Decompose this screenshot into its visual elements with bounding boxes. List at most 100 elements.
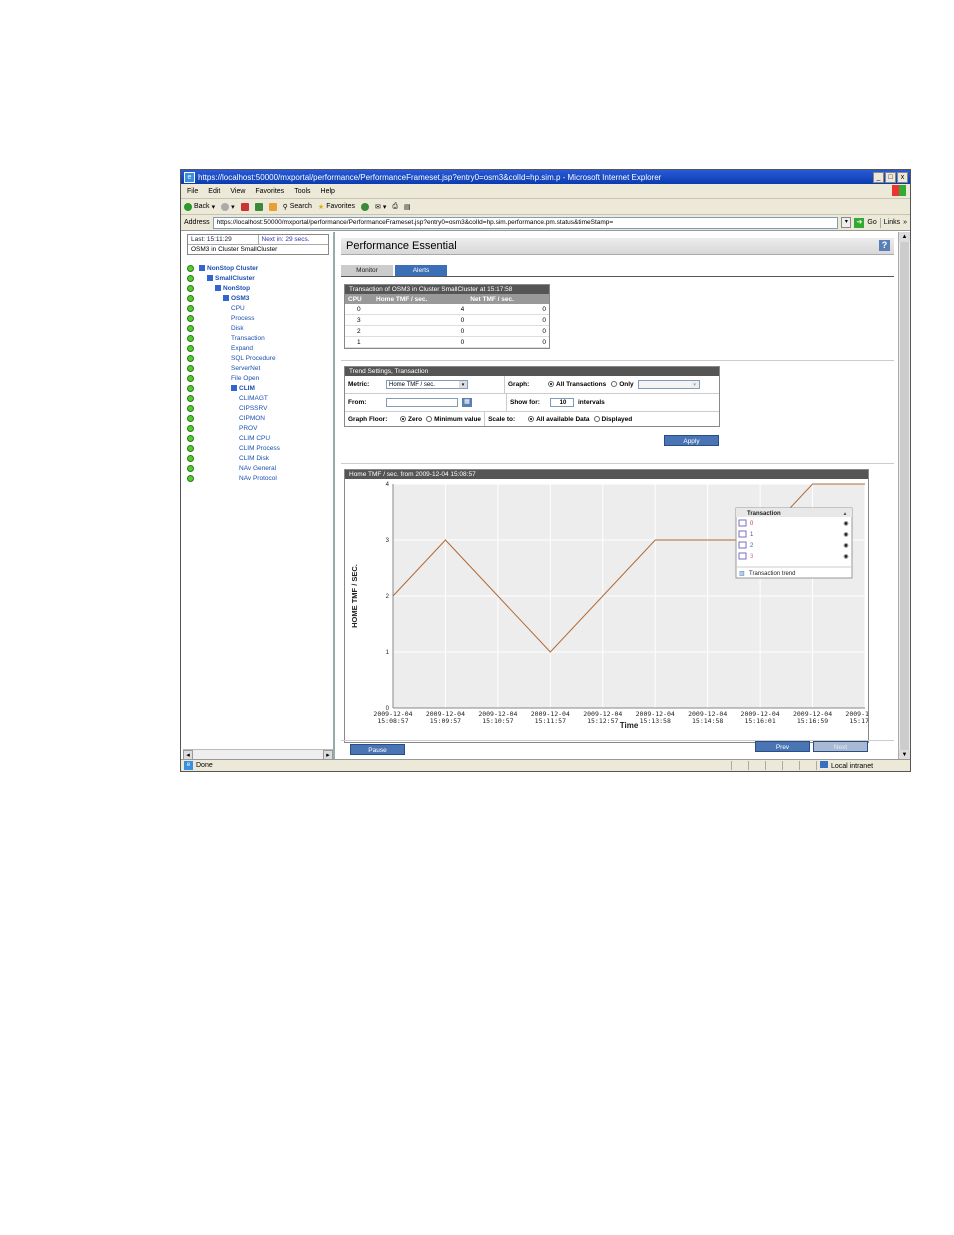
edit-button[interactable]: ▤ — [404, 203, 411, 211]
only-radio[interactable]: Only — [611, 381, 634, 388]
tree-item[interactable]: NAv General — [183, 463, 333, 473]
tree-item[interactable]: Transaction — [183, 333, 333, 343]
maximize-button[interactable]: □ — [885, 171, 896, 183]
tab-alerts[interactable]: Alerts — [395, 265, 447, 276]
next-button[interactable]: Next — [813, 741, 868, 752]
status-ok-icon — [187, 404, 194, 412]
only-select[interactable]: ▾ — [637, 380, 700, 389]
go-button[interactable]: Go — [867, 219, 876, 226]
tree-item[interactable]: SmallCluster — [183, 273, 333, 283]
star-icon: ★ — [317, 203, 325, 211]
menu-file[interactable]: File — [187, 188, 198, 195]
tree-item[interactable]: Expand — [183, 343, 333, 353]
tree-item[interactable]: Disk — [183, 323, 333, 333]
radio-icon — [593, 415, 600, 422]
mail-button[interactable]: ✉ ▾ — [375, 203, 386, 211]
zero-radio[interactable]: Zero — [400, 416, 422, 423]
x-tick-label: 15:14:58 — [692, 717, 723, 725]
tree-item-label: ServerNet — [231, 364, 261, 372]
collapse-icon[interactable] — [199, 265, 205, 271]
show-for-input[interactable]: 10 — [550, 398, 574, 407]
tree-item-label: SmallCluster — [215, 274, 255, 282]
menu-tools[interactable]: Tools — [294, 188, 310, 195]
tree-item-label: CPU — [231, 304, 245, 312]
edit-icon: ▤ — [404, 203, 411, 211]
forward-button[interactable]: ▾ — [221, 202, 235, 211]
search-button[interactable]: ⚲ Search — [283, 203, 312, 211]
menu-edit[interactable]: Edit — [208, 188, 220, 195]
scroll-up-icon[interactable]: ▲ — [899, 232, 910, 242]
tree-item[interactable]: CLIM Disk — [183, 453, 333, 463]
address-dropdown-icon[interactable]: ▾ — [841, 217, 852, 228]
tree-item[interactable]: CPU — [183, 303, 333, 313]
close-button[interactable]: x — [897, 171, 908, 183]
tree-item[interactable]: CLIM CPU — [183, 433, 333, 443]
metric-select[interactable]: Home TMF / sec. ▾ — [386, 380, 468, 389]
ie-icon: e — [184, 171, 195, 183]
tree-item[interactable]: CLIM Process — [183, 443, 333, 453]
tree-item[interactable]: CIPMON — [183, 413, 333, 423]
vertical-scrollbar[interactable]: ▲ ▼ — [898, 232, 910, 760]
tab-monitor[interactable]: Monitor — [341, 265, 393, 276]
address-input[interactable]: https://localhost:50000/mxportal/perform… — [212, 216, 839, 229]
calendar-icon[interactable]: ▦ — [462, 398, 472, 407]
collapse-icon[interactable] — [207, 275, 213, 281]
home-button[interactable] — [268, 202, 277, 211]
toolbar: Back ▾ ▾ ⚲ Search ★ Favorites ✉ ▾ ⎙ ▤ — [181, 199, 910, 215]
page-title-bar: Performance Essential ? — [341, 238, 894, 255]
x-tick-label: 15:12:57 — [587, 717, 618, 725]
all-available-data-radio[interactable]: All available Data — [528, 416, 590, 423]
transaction-table: CPU Home TMF / sec. Net TMF / sec. 040 3… — [345, 294, 549, 348]
collapse-icon[interactable] — [231, 385, 237, 391]
collapse-icon[interactable] — [215, 285, 221, 291]
prev-button[interactable]: Prev — [755, 741, 810, 752]
media-button[interactable] — [361, 202, 369, 211]
tree-item[interactable]: NonStop — [183, 283, 333, 293]
scroll-thumb[interactable] — [900, 242, 909, 750]
status-ok-icon — [187, 334, 194, 342]
tree-item[interactable]: SQL Procedure — [183, 353, 333, 363]
menu-view[interactable]: View — [230, 188, 245, 195]
minimize-button[interactable]: _ — [873, 171, 884, 183]
table-cell: 0 — [345, 304, 373, 315]
status-ok-icon — [187, 294, 194, 302]
apply-button[interactable]: Apply — [664, 435, 719, 446]
stop-button[interactable] — [240, 202, 249, 211]
tree-item[interactable]: File Open — [183, 373, 333, 383]
refresh-button[interactable] — [254, 202, 263, 211]
collapse-icon[interactable] — [223, 295, 229, 301]
all-transactions-radio[interactable]: All Transactions — [548, 381, 606, 388]
back-button[interactable]: Back ▾ — [184, 202, 215, 211]
tree-item[interactable]: CIPSSRV — [183, 403, 333, 413]
minimum-value-radio[interactable]: Minimum value — [426, 416, 481, 423]
stop-icon — [240, 202, 249, 211]
menu-help[interactable]: Help — [321, 188, 335, 195]
tree-item[interactable]: CLIMAGT — [183, 393, 333, 403]
displayed-radio[interactable]: Displayed — [593, 415, 632, 423]
page-content: Last: 15:11:29 Next in: 29 secs. OSM3 in… — [181, 231, 910, 760]
tree-item[interactable]: NonStop Cluster — [183, 263, 333, 273]
tree-item-label: CIPSSRV — [239, 404, 268, 412]
tree-item[interactable]: OSM3 — [183, 293, 333, 303]
window-title: https://localhost:50000/mxportal/perform… — [198, 172, 662, 182]
tree-item[interactable]: Process — [183, 313, 333, 323]
collapse-up-icon: ▲ — [843, 511, 848, 517]
help-icon[interactable]: ? — [879, 240, 890, 251]
graph-label: Graph: — [508, 381, 530, 388]
favorites-button[interactable]: ★ Favorites — [318, 203, 355, 211]
tab-bar: Monitor Alerts — [341, 265, 894, 277]
links-button[interactable]: Links — [884, 219, 900, 226]
tree-item[interactable]: NAv Protocol — [183, 473, 333, 483]
menu-favorites[interactable]: Favorites — [255, 188, 284, 195]
from-date-input[interactable] — [386, 398, 458, 407]
status-ok-icon — [187, 464, 194, 472]
go-arrow-icon[interactable]: ➜ — [854, 217, 865, 228]
print-button[interactable]: ⎙ — [392, 203, 398, 211]
links-chevron-icon[interactable]: » — [903, 219, 907, 226]
tree-item[interactable]: ServerNet — [183, 363, 333, 373]
pause-button[interactable]: Pause — [350, 744, 405, 755]
table-cell: 0 — [373, 336, 468, 348]
table-cell: 3 — [345, 314, 373, 326]
tree-item[interactable]: CLIM — [183, 383, 333, 393]
tree-item[interactable]: PROV — [183, 423, 333, 433]
